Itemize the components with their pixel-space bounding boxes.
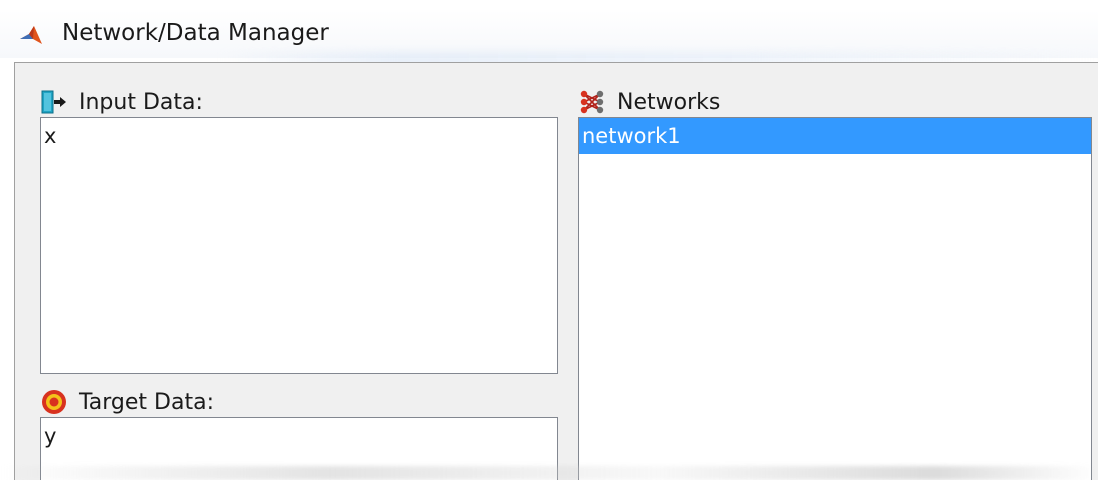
networks-header: Networks [579,89,720,115]
input-data-label: Input Data: [79,89,203,115]
target-data-item[interactable]: y [41,418,557,454]
input-data-list[interactable]: x [40,117,558,374]
matlab-icon [18,23,44,47]
input-data-item[interactable]: x [41,118,557,154]
input-data-header: Input Data: [41,89,203,115]
screenshot: Network/Data Manager Input Data: x Targe… [0,0,1098,480]
blurred-bottom-edge [0,466,1098,480]
networks-list[interactable]: network1 [578,117,1092,480]
target-data-header: Target Data: [41,389,214,415]
window-titlebar[interactable]: Network/Data Manager [0,10,1098,82]
target-icon [41,389,67,415]
networks-label: Networks [617,89,721,115]
network-icon [579,89,605,115]
network-item-selected[interactable]: network1 [579,118,1091,154]
manager-panel: Input Data: x Target Data: y Networks ne… [14,62,1098,480]
import-data-icon [41,89,67,115]
target-data-label: Target Data: [79,389,214,415]
window-title: Network/Data Manager [62,20,329,46]
